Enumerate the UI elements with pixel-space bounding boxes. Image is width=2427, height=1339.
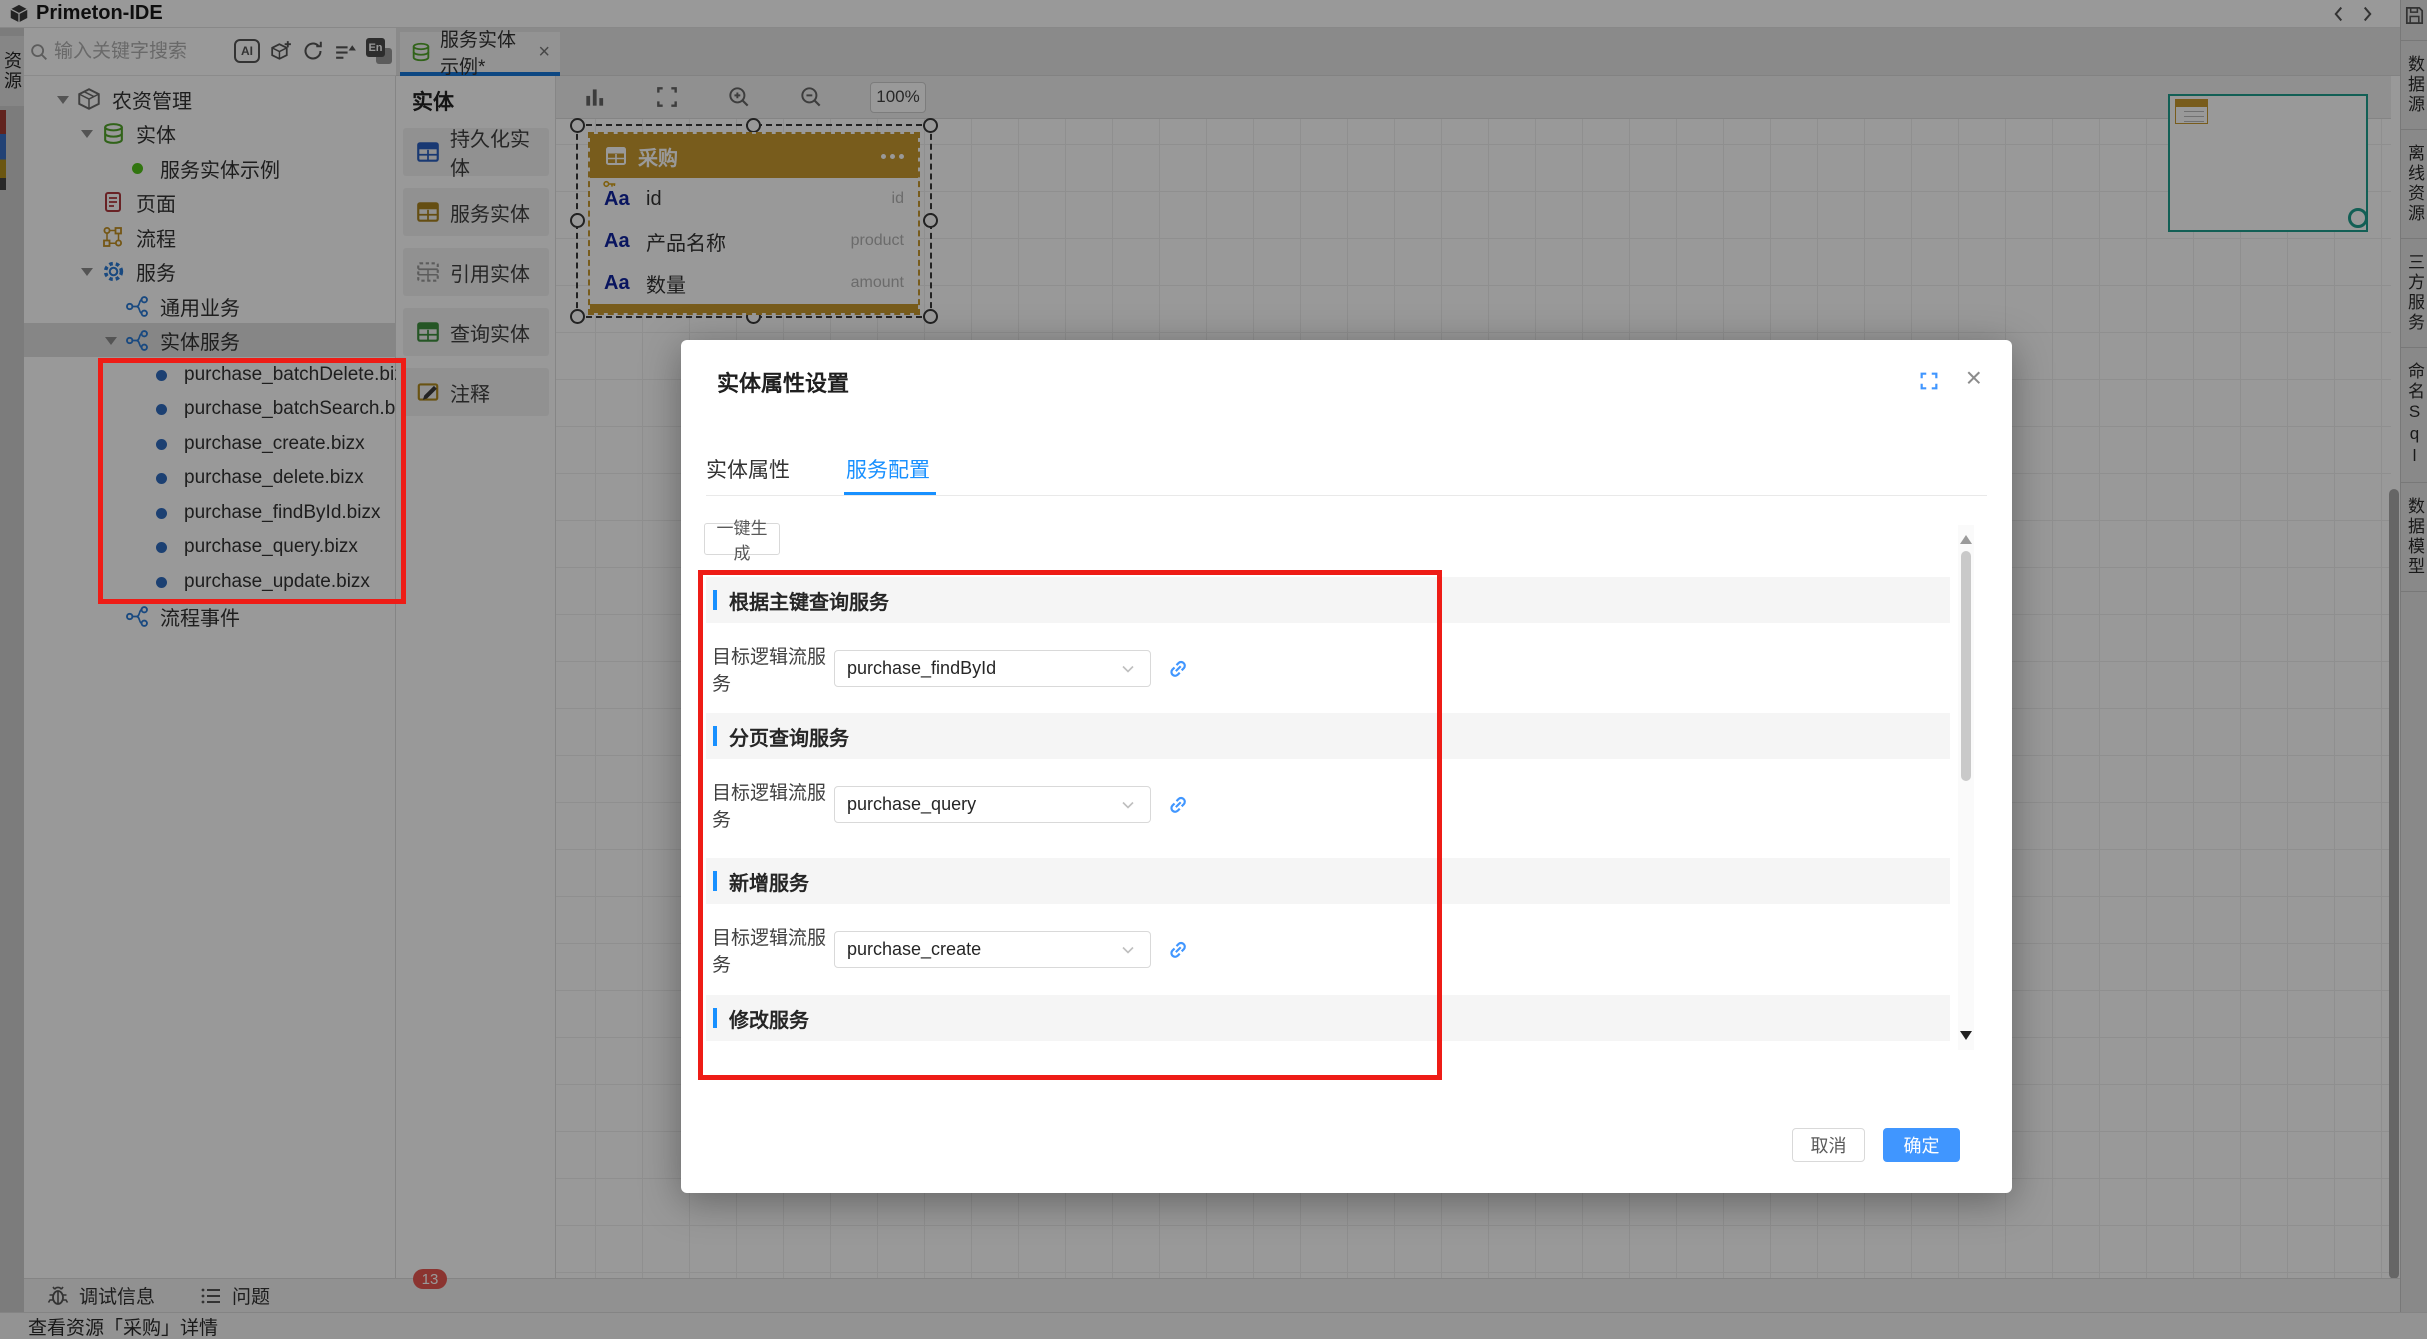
section-accent-bar xyxy=(713,590,717,610)
scroll-up-icon[interactable] xyxy=(1960,529,1972,544)
open-link-icon[interactable] xyxy=(1165,792,1191,818)
chevron-down-icon xyxy=(1118,940,1138,960)
target-logic-flow-select[interactable]: purchase_query xyxy=(834,786,1151,823)
target-logic-flow-select[interactable]: purchase_create xyxy=(834,931,1151,968)
entity-properties-dialog: 实体属性设置 × 实体属性 服务配置 一键生成 根据主键查询服务 目标逻辑流服务… xyxy=(681,340,2012,1193)
chevron-down-icon xyxy=(1118,795,1138,815)
section-row: 目标逻辑流服务 purchase_query xyxy=(706,786,1950,823)
tab-entity-properties[interactable]: 实体属性 xyxy=(706,454,790,484)
section-row: 目标逻辑流服务 purchase_create xyxy=(706,931,1950,968)
one-click-generate-button[interactable]: 一键生成 xyxy=(704,523,780,555)
section-accent-bar xyxy=(713,871,717,891)
cancel-button[interactable]: 取消 xyxy=(1792,1128,1865,1162)
open-link-icon[interactable] xyxy=(1165,656,1191,682)
tab-service-config[interactable]: 服务配置 xyxy=(846,454,930,484)
chevron-down-icon xyxy=(1118,659,1138,679)
scroll-down-icon[interactable] xyxy=(1960,1031,1972,1046)
scrollbar-thumb[interactable] xyxy=(1961,551,1971,781)
target-logic-flow-select[interactable]: purchase_findById xyxy=(834,650,1151,687)
section-header: 分页查询服务 xyxy=(706,713,1950,759)
section-header: 新增服务 xyxy=(706,858,1950,904)
section-accent-bar xyxy=(713,726,717,746)
section-header: 修改服务 xyxy=(706,995,1950,1041)
open-link-icon[interactable] xyxy=(1165,937,1191,963)
section-header: 根据主键查询服务 xyxy=(706,577,1950,623)
section-row: 目标逻辑流服务 purchase_findById xyxy=(706,650,1950,687)
dialog-scrollbar[interactable] xyxy=(1958,525,1974,1050)
dialog-title: 实体属性设置 xyxy=(717,366,849,398)
confirm-button[interactable]: 确定 xyxy=(1883,1128,1960,1162)
fullscreen-icon[interactable] xyxy=(1918,370,1940,392)
primeton-ide-window: Primeton-IDE 资源 AI En 农资管理 实体 服务实体示例 页面 … xyxy=(0,0,2427,1339)
tab-divider xyxy=(706,495,1987,496)
close-icon[interactable]: × xyxy=(1966,362,1982,394)
section-accent-bar xyxy=(713,1008,717,1028)
